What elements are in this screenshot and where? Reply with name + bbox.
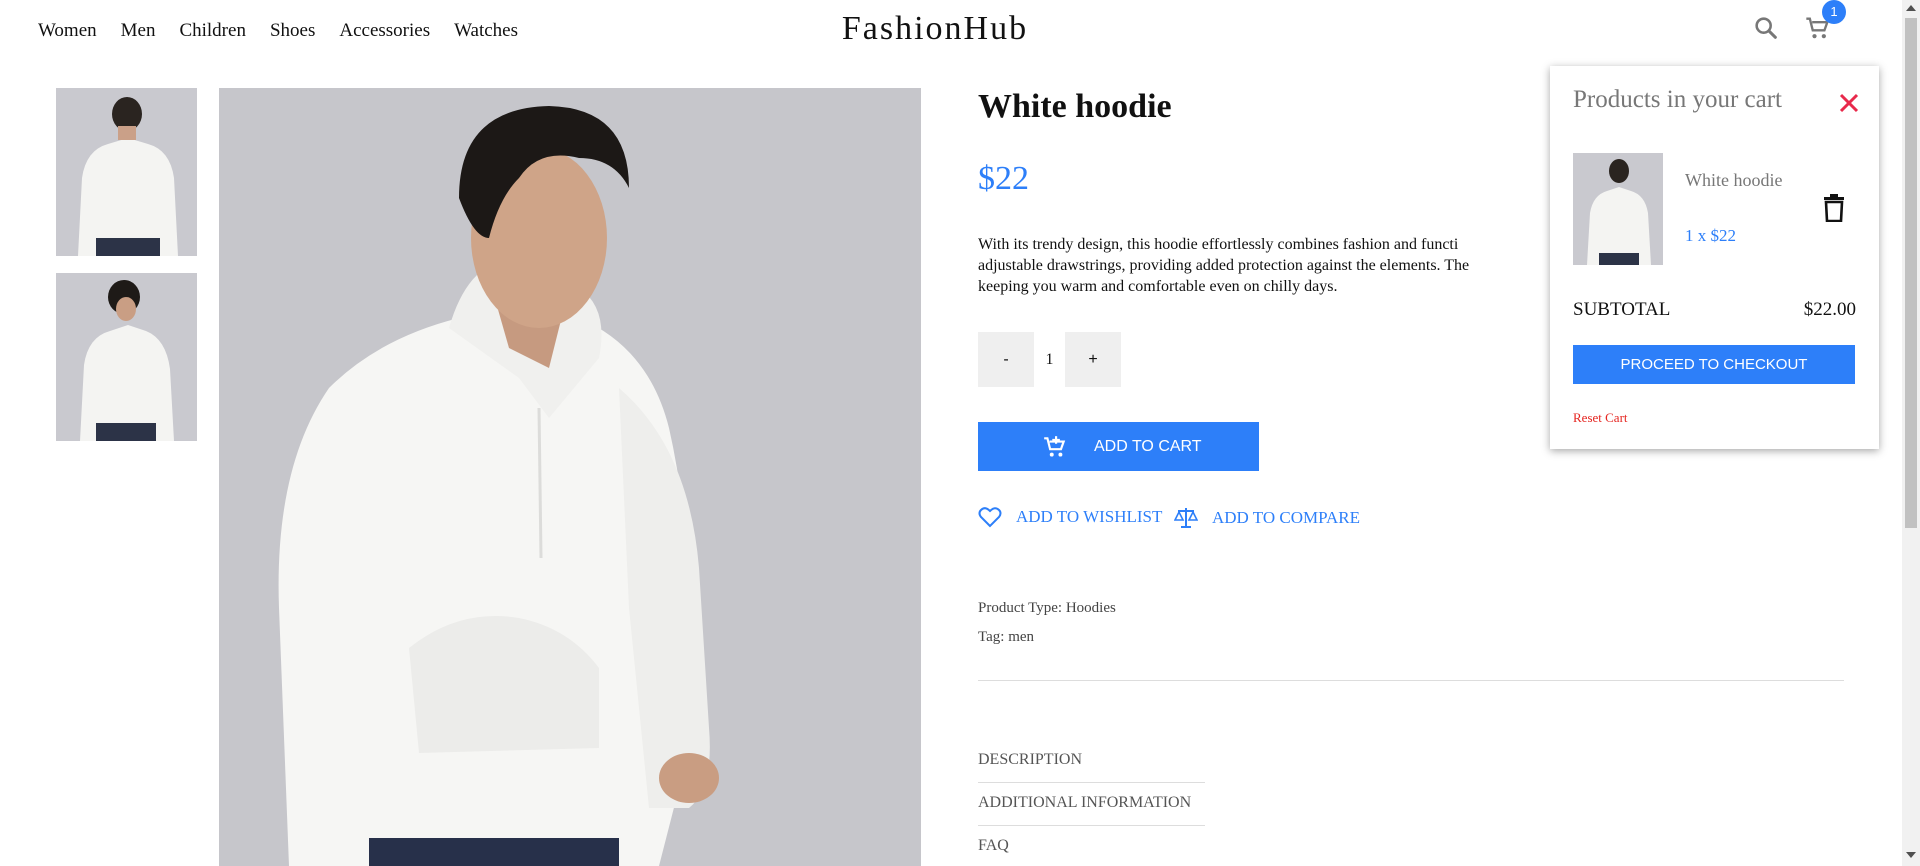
- add-to-compare-link[interactable]: ADD TO COMPARE: [1174, 506, 1360, 530]
- product-thumbnail-side[interactable]: [56, 273, 197, 441]
- scrollbar-thumb[interactable]: [1905, 18, 1917, 528]
- cart-item-thumbnail[interactable]: [1573, 153, 1663, 265]
- product-thumbnail-back[interactable]: [56, 88, 197, 256]
- description-line: With its trendy design, this hoodie effo…: [978, 236, 1459, 253]
- product-price: $22: [978, 160, 1029, 197]
- product-title: White hoodie: [978, 88, 1172, 125]
- scroll-up-arrow-icon[interactable]: [1906, 5, 1916, 11]
- cart-item-name[interactable]: White hoodie: [1685, 170, 1782, 191]
- tab-faq[interactable]: FAQ: [978, 826, 1205, 866]
- cart-panel-title: Products in your cart: [1573, 86, 1782, 113]
- add-to-cart-icon: [1044, 436, 1066, 457]
- product-tabs: DESCRIPTION ADDITIONAL INFORMATION FAQ: [978, 740, 1205, 866]
- tab-additional-information[interactable]: ADDITIONAL INFORMATION: [978, 783, 1205, 826]
- search-icon[interactable]: [1752, 14, 1780, 42]
- quantity-value: 1: [1045, 350, 1054, 368]
- site-logo[interactable]: FashionHub: [0, 10, 1870, 48]
- add-to-cart-button[interactable]: ADD TO CART: [978, 422, 1259, 471]
- product-tag: Tag: men: [978, 629, 1035, 645]
- product-type: Product Type: Hoodies: [978, 600, 1116, 616]
- description-line: keeping you warm and comfortable even on…: [978, 278, 1338, 295]
- product-description: With its trendy design, this hoodie effo…: [978, 234, 1558, 300]
- quantity-increase-button[interactable]: +: [1065, 332, 1121, 387]
- proceed-to-checkout-button[interactable]: PROCEED TO CHECKOUT: [1573, 345, 1855, 384]
- description-line: adjustable drawstrings, providing added …: [978, 257, 1470, 274]
- cart-count-badge: 1: [1822, 0, 1846, 24]
- add-to-wishlist-link[interactable]: ADD TO WISHLIST: [978, 506, 1162, 528]
- add-to-cart-label: ADD TO CART: [1094, 437, 1202, 455]
- cart-item-quantity-price: 1 x $22: [1685, 226, 1736, 245]
- add-to-compare-label: ADD TO COMPARE: [1212, 508, 1361, 527]
- reset-cart-link[interactable]: Reset Cart: [1573, 410, 1628, 426]
- subtotal-value: $22.00: [1803, 299, 1856, 320]
- quantity-decrease-button[interactable]: -: [978, 332, 1034, 387]
- cart-panel: Products in your cart White hoodie 1 x $…: [1550, 66, 1879, 449]
- close-icon[interactable]: [1838, 92, 1860, 114]
- scroll-down-arrow-icon[interactable]: [1906, 852, 1916, 858]
- subtotal-label: SUBTOTAL: [1573, 299, 1671, 320]
- add-to-wishlist-label: ADD TO WISHLIST: [1016, 507, 1163, 526]
- product-main-image: [219, 88, 921, 866]
- trash-icon[interactable]: [1822, 194, 1846, 222]
- tab-description[interactable]: DESCRIPTION: [978, 740, 1205, 783]
- heart-icon: [978, 507, 1002, 528]
- scale-icon: [1174, 508, 1198, 528]
- section-divider: [978, 680, 1844, 681]
